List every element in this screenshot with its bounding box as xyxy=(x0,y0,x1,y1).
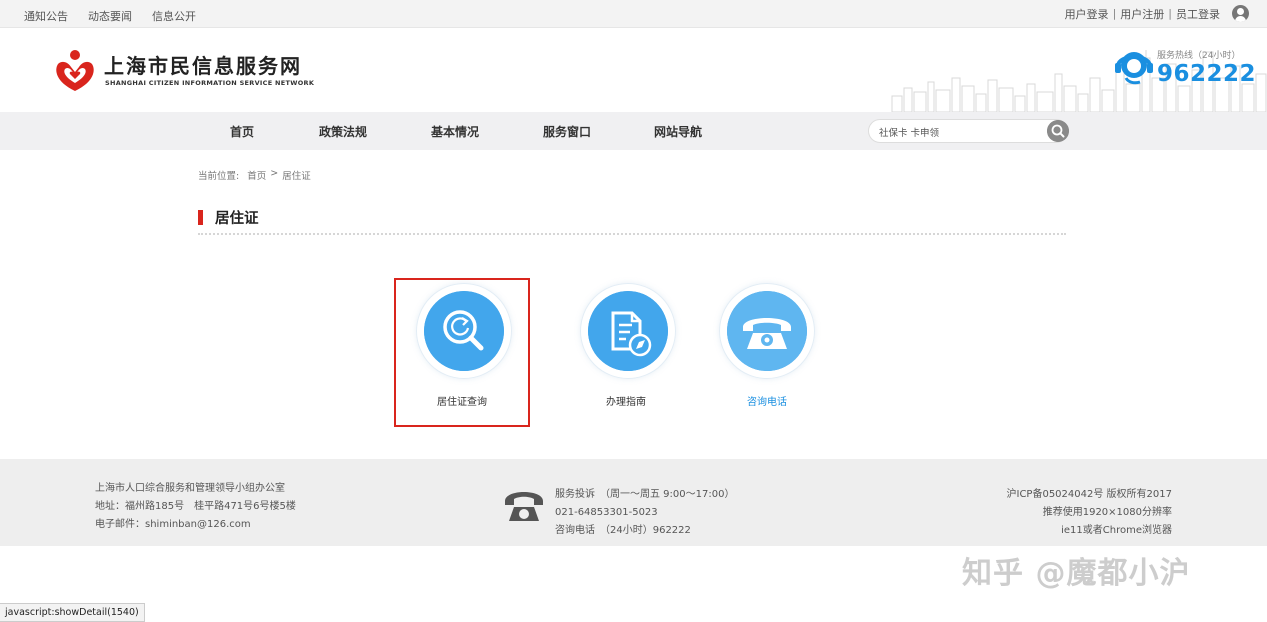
nav-item-home[interactable]: 首页 xyxy=(230,123,254,140)
search-icon[interactable] xyxy=(1047,120,1069,142)
document-compass-icon xyxy=(588,291,668,371)
user-login-link[interactable]: 用户登录 xyxy=(1065,6,1109,22)
top-bar: 通知公告 动态要闻 信息公开 用户登录 | 用户注册 | 员工登录 xyxy=(0,0,1267,28)
breadcrumb-home[interactable]: 首页 xyxy=(247,168,266,182)
breadcrumb: 当前位置: 首页 > 居住证 xyxy=(198,168,311,182)
main-nav: 首页 政策法规 基本情况 服务窗口 网站导航 xyxy=(0,112,1267,150)
separator: | xyxy=(1168,7,1172,20)
telephone-icon xyxy=(505,492,543,521)
section-accent-bar xyxy=(198,210,203,225)
nav-item-overview[interactable]: 基本情况 xyxy=(431,123,479,140)
browser-status-bar: javascript:showDetail(1540) xyxy=(0,603,145,622)
headset-icon xyxy=(1115,52,1153,85)
footer-address: 地址：福州路185号 桂平路471号6号楼5楼 xyxy=(95,501,296,512)
footer-complaint: 服务投诉 （周一～周五 9:00～17:00） xyxy=(555,489,735,500)
service-tile-guide[interactable]: 办理指南 xyxy=(558,278,694,427)
service-label: 办理指南 xyxy=(606,397,646,408)
breadcrumb-current: 居住证 xyxy=(282,171,311,182)
footer-resolution: 推荐使用1920×1080分辨率 xyxy=(1042,507,1172,518)
icon-ring xyxy=(719,283,815,379)
hotline-label: 服务热线（24小时） xyxy=(1157,51,1241,61)
footer-service: 服务投诉 （周一～周五 9:00～17:00） 021-64853301-502… xyxy=(555,486,734,540)
staff-login-link[interactable]: 员工登录 xyxy=(1176,6,1220,22)
watermark: 知乎 @魔都小沪 xyxy=(962,556,1191,591)
search-input[interactable] xyxy=(879,124,1039,139)
icon-ring xyxy=(580,283,676,379)
nav-item-policy[interactable]: 政策法规 xyxy=(319,123,367,140)
top-link-notice[interactable]: 通知公告 xyxy=(24,8,68,24)
section-title: 居住证 xyxy=(215,211,259,227)
footer-complaint-phone: 021-64853301-5023 xyxy=(555,507,658,518)
footer-browser: ie11或者Chrome浏览器 xyxy=(1061,525,1172,536)
nav-item-sitemap[interactable]: 网站导航 xyxy=(654,123,702,140)
nav-item-service[interactable]: 服务窗口 xyxy=(543,123,591,140)
hotline-number: 962222 xyxy=(1157,61,1257,87)
site-header: 上海市民信息服务网 SHANGHAI CITIZEN INFORMATION S… xyxy=(0,28,1267,112)
breadcrumb-label: 当前位置: xyxy=(198,171,240,182)
selection-highlight xyxy=(394,278,530,427)
site-footer: 上海市人口综合服务和管理领导小组办公室 地址：福州路185号 桂平路471号6号… xyxy=(0,459,1267,546)
site-title: 上海市民信息服务网 xyxy=(104,54,302,78)
account-links: 用户登录 | 用户注册 | 员工登录 xyxy=(1065,5,1249,22)
section-heading: 居住证 xyxy=(198,207,259,228)
footer-consult: 咨询电话 （24小时）962222 xyxy=(555,525,691,536)
site-subtitle: SHANGHAI CITIZEN INFORMATION SERVICE NET… xyxy=(105,79,315,87)
user-register-link[interactable]: 用户注册 xyxy=(1120,6,1164,22)
footer-org: 上海市人口综合服务和管理领导小组办公室 xyxy=(95,483,285,494)
footer-legal: 沪ICP备05024042号 版权所有2017 推荐使用1920×1080分辨率… xyxy=(1007,486,1173,540)
divider xyxy=(198,233,1066,235)
top-link-info[interactable]: 信息公开 xyxy=(152,8,196,24)
footer-contact: 上海市人口综合服务和管理领导小组办公室 地址：福州路185号 桂平路471号6号… xyxy=(95,480,296,534)
breadcrumb-separator: > xyxy=(270,168,279,179)
top-links: 通知公告 动态要闻 信息公开 xyxy=(24,8,196,24)
footer-icp[interactable]: 沪ICP备05024042号 版权所有2017 xyxy=(1007,486,1173,504)
telephone-icon xyxy=(727,291,807,371)
top-link-news[interactable]: 动态要闻 xyxy=(88,8,132,24)
service-tile-hotline[interactable]: 咨询电话 xyxy=(699,278,835,427)
footer-email: 电子邮件：shiminban@126.com xyxy=(95,519,251,530)
search-box xyxy=(868,119,1069,143)
heart-logo-icon[interactable] xyxy=(52,48,98,92)
avatar-icon[interactable] xyxy=(1232,5,1249,22)
service-label: 咨询电话 xyxy=(747,397,787,408)
separator: | xyxy=(1112,7,1117,20)
